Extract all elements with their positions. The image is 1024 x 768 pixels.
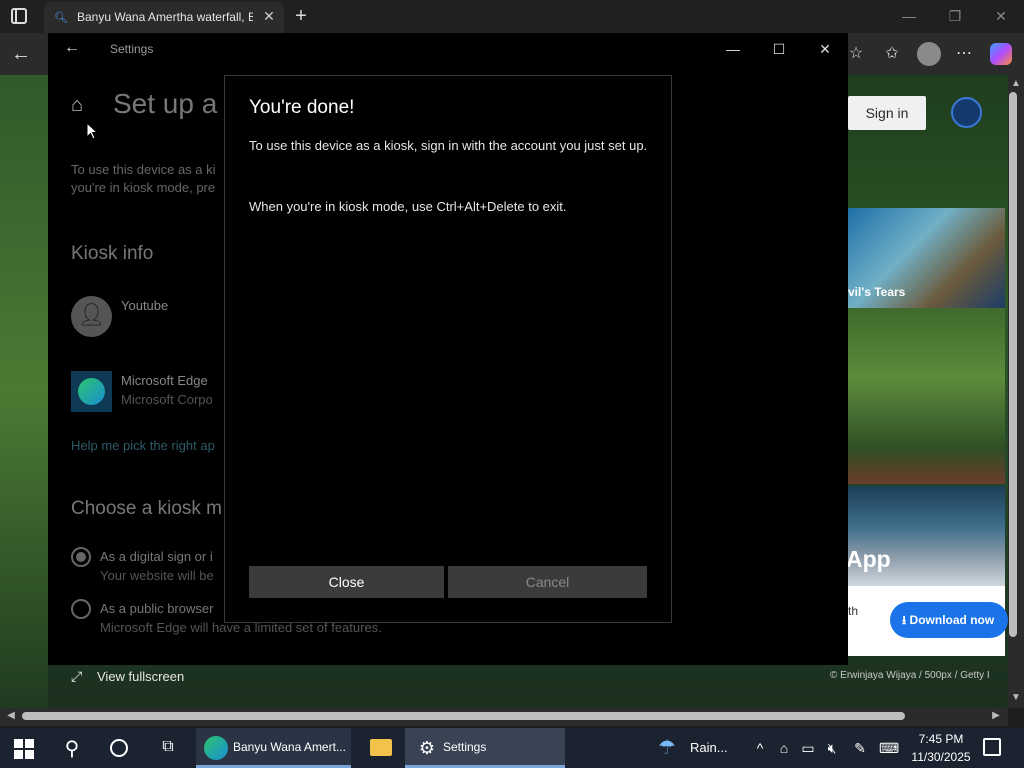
weather-label: Rain... (690, 740, 728, 755)
horizontal-scroll-thumb[interactable] (22, 712, 905, 720)
intro-text: To use this device as a ki you're in kio… (71, 162, 216, 195)
scroll-right-arrow-icon[interactable]: ▶ (990, 710, 1002, 722)
task-view-icon[interactable]: ⧉ (158, 738, 178, 758)
browser-restore-button[interactable]: ❐ (943, 6, 967, 26)
new-tab-button[interactable]: + (290, 5, 312, 27)
scroll-down-arrow-icon[interactable]: ▼ (1010, 692, 1022, 704)
browser-tab-strip: 🔍︎ Banyu Wana Amertha waterfall, B ✕ + —… (0, 0, 1024, 33)
digital-sign-description: Your website will be (100, 568, 214, 583)
browser-back-button[interactable]: ← (8, 41, 34, 67)
scroll-left-arrow-icon[interactable]: ◀ (5, 710, 17, 722)
sidebar-toggle-icon[interactable] (11, 8, 27, 24)
dialog-message: To use this device as a kiosk, sign in w… (249, 138, 648, 153)
image-credit: © Erwinjaya Wijaya / 500px / Getty I (830, 670, 990, 681)
umbrella-rain-icon: ☂ (658, 737, 676, 759)
close-button[interactable]: Close (249, 566, 444, 598)
promo-card-title: App (846, 546, 891, 572)
folder-icon (370, 739, 392, 756)
expand-icon: ⤢ (71, 668, 83, 684)
tab-title: Banyu Wana Amertha waterfall, B (77, 10, 253, 24)
pen-icon[interactable]: ✎ (850, 738, 870, 758)
meet-now-icon[interactable]: ⌂ (774, 738, 794, 758)
dialog-title: You're done! (249, 97, 355, 118)
vertical-scroll-thumb[interactable] (1009, 92, 1017, 637)
rewards-icon[interactable] (951, 97, 982, 128)
public-browser-label[interactable]: As a public browser (100, 601, 225, 617)
kiosk-info-heading: Kiosk info (71, 243, 154, 264)
view-fullscreen-link[interactable]: View fullscreen (97, 669, 207, 685)
weather-widget[interactable]: ☂ Rain... (658, 735, 738, 759)
foliage-background (0, 75, 48, 708)
account-name: Youtube (121, 298, 169, 313)
account-avatar-icon: 👤︎ (71, 296, 112, 337)
keyboard-icon[interactable]: ⌨ (879, 738, 899, 758)
choose-kiosk-mode-heading: Choose a kiosk m (71, 498, 223, 519)
volume-muted-icon[interactable]: 🔇︎ (822, 738, 842, 758)
help-pick-app-link[interactable]: Help me pick the right ap (71, 438, 225, 454)
settings-back-button[interactable]: ← (64, 39, 82, 57)
favorites-icon[interactable]: ✩ (881, 43, 903, 65)
tab-close-icon[interactable]: ✕ (261, 8, 277, 24)
settings-minimize-button[interactable]: — (722, 39, 744, 59)
taskbar-search-icon[interactable]: ⚲ (60, 736, 84, 760)
dialog-exit-hint: When you're in kiosk mode, use Ctrl+Alt+… (249, 199, 567, 214)
show-hidden-icons-chevron-icon[interactable]: ^ (750, 738, 770, 758)
promo-text: th (848, 604, 859, 618)
cortana-icon[interactable] (110, 739, 128, 757)
clock-time[interactable]: 7:45 PM (912, 732, 970, 746)
news-card-title[interactable]: vil's Tears (848, 285, 998, 301)
search-icon: 🔍︎ (54, 12, 68, 24)
profile-avatar-icon[interactable] (917, 42, 941, 66)
more-options-icon[interactable]: ⋯ (953, 43, 975, 65)
home-icon[interactable]: ⌂ (71, 94, 93, 116)
notification-center-icon[interactable] (983, 738, 1001, 756)
settings-maximize-button[interactable]: ☐ (768, 39, 790, 59)
scroll-up-arrow-icon[interactable]: ▲ (1010, 78, 1022, 90)
clock-date[interactable]: 11/30/2025 (908, 750, 974, 764)
copilot-icon[interactable] (990, 43, 1012, 65)
kiosk-app-publisher: Microsoft Corpo (121, 392, 213, 407)
page-title: Set up a k (113, 88, 223, 119)
digital-sign-label[interactable]: As a digital sign or i (100, 549, 225, 565)
gear-icon: ⚙ (418, 738, 436, 758)
browser-close-button[interactable]: ✕ (989, 6, 1013, 26)
taskbar-settings-label: Settings (443, 740, 487, 754)
network-icon[interactable]: ▭ (798, 738, 818, 758)
settings-close-button[interactable]: ✕ (814, 39, 836, 59)
favorite-star-icon[interactable]: ☆ (845, 43, 867, 65)
cancel-button[interactable]: Cancel (448, 566, 647, 598)
taskbar-settings-button[interactable]: ⚙ Settings (405, 728, 565, 768)
screen: 🔍︎ Banyu Wana Amertha waterfall, B ✕ + —… (0, 0, 1024, 768)
edge-icon (204, 736, 228, 760)
taskbar-edge-label: Banyu Wana Amert... (233, 740, 346, 754)
sign-in-button[interactable]: Sign in (848, 96, 926, 130)
news-card-image[interactable] (848, 308, 1005, 484)
taskbar-edge-button[interactable]: Banyu Wana Amert... (196, 728, 351, 768)
settings-window-title: Settings (110, 42, 154, 56)
taskbar-file-explorer-button[interactable] (366, 728, 396, 768)
edge-app-icon (71, 371, 112, 412)
browser-tab[interactable]: 🔍︎ Banyu Wana Amertha waterfall, B ✕ (44, 2, 284, 33)
browser-minimize-button[interactable]: — (897, 6, 921, 26)
windows-start-icon[interactable] (14, 739, 34, 759)
public-browser-radio[interactable] (71, 599, 91, 619)
mouse-cursor-icon (86, 122, 98, 140)
kiosk-app-name: Microsoft Edge (121, 373, 208, 388)
digital-sign-radio[interactable] (71, 547, 91, 567)
download-now-button[interactable]: ⭳ Download now (890, 602, 1008, 638)
